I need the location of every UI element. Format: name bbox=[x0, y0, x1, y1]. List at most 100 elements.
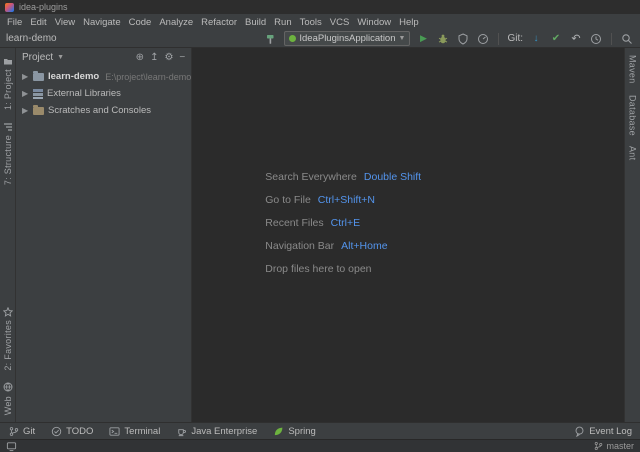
build-hammer-icon[interactable] bbox=[264, 32, 278, 46]
hint-label: Go to File bbox=[265, 194, 311, 206]
git-commit-icon[interactable]: ✔ bbox=[549, 32, 563, 46]
main-toolbar: learn-demo IdeaPluginsApplication ▼ ▶ Gi… bbox=[0, 30, 640, 48]
toolwindow-button-java-enterprise[interactable]: Java Enterprise bbox=[176, 426, 257, 437]
hint-row: Go to File Ctrl+Shift+N bbox=[265, 188, 421, 211]
event-log-button[interactable]: Event Log bbox=[574, 426, 632, 437]
toolwindow-button-terminal[interactable]: Terminal bbox=[109, 426, 160, 437]
tree-node-path: E:\project\learn-demo bbox=[105, 72, 191, 82]
structure-toolwindow-icon bbox=[2, 121, 13, 132]
java-cup-icon bbox=[176, 426, 187, 437]
toolwindow-button-label: 2: Favorites bbox=[3, 320, 13, 371]
profiler-icon[interactable] bbox=[476, 32, 490, 46]
collapse-all-icon[interactable]: ↥ bbox=[150, 52, 158, 63]
toolwindow-button-label: Git bbox=[23, 426, 35, 437]
toolwindow-button-label: Maven bbox=[628, 55, 638, 84]
git-branch-icon bbox=[594, 441, 603, 451]
git-update-icon[interactable]: ↓ bbox=[529, 32, 543, 46]
settings-gear-icon[interactable]: ⚙ bbox=[164, 52, 173, 63]
hint-shortcut: Double Shift bbox=[364, 171, 421, 183]
tree-node-name: External Libraries bbox=[47, 88, 121, 99]
toolwindow-button-todo[interactable]: TODO bbox=[51, 426, 93, 437]
toolwindow-button-spring[interactable]: Spring bbox=[273, 426, 315, 437]
menu-item-window[interactable]: Window bbox=[353, 17, 395, 28]
tree-row-project-root[interactable]: ▶ learn-demo E:\project\learn-demo bbox=[16, 68, 191, 85]
event-log-icon bbox=[574, 426, 585, 437]
toolwindow-switcher-icon[interactable] bbox=[6, 441, 17, 452]
toolwindow-button-structure[interactable]: 7: Structure bbox=[2, 117, 13, 189]
tree-node-name: Scratches and Consoles bbox=[48, 105, 151, 116]
favorites-star-icon bbox=[2, 306, 13, 317]
toolwindow-button-label: Terminal bbox=[124, 426, 160, 437]
menu-item-vcs[interactable]: VCS bbox=[326, 17, 354, 28]
git-branch-widget[interactable]: master bbox=[594, 441, 634, 451]
tree-row-external-libraries[interactable]: ▶ External Libraries bbox=[16, 85, 191, 102]
hint-label: Recent Files bbox=[265, 217, 323, 229]
menu-item-help[interactable]: Help bbox=[395, 17, 423, 28]
tree-node-name: learn-demo bbox=[48, 71, 99, 82]
chevron-right-icon[interactable]: ▶ bbox=[22, 72, 29, 81]
folder-icon bbox=[33, 73, 44, 81]
libraries-icon bbox=[33, 89, 43, 99]
chevron-right-icon[interactable]: ▶ bbox=[22, 106, 29, 115]
menu-bar: File Edit View Navigate Code Analyze Ref… bbox=[0, 14, 640, 30]
web-globe-icon bbox=[2, 382, 13, 393]
debug-icon[interactable] bbox=[436, 32, 450, 46]
hint-shortcut: Alt+Home bbox=[341, 240, 387, 252]
bottom-toolwindow-bar: Git TODO Terminal Java Enterprise Spring bbox=[0, 422, 640, 439]
menu-item-view[interactable]: View bbox=[51, 17, 79, 28]
editor-area: Search Everywhere Double Shift Go to Fil… bbox=[192, 48, 624, 422]
breadcrumb[interactable]: learn-demo bbox=[6, 33, 57, 44]
menu-item-refactor[interactable]: Refactor bbox=[197, 17, 241, 28]
toolwindow-button-label: Web bbox=[3, 396, 13, 415]
menu-item-file[interactable]: File bbox=[3, 17, 26, 28]
right-tool-stripe: Maven Database Ant bbox=[624, 48, 640, 422]
chevron-right-icon[interactable]: ▶ bbox=[22, 89, 29, 98]
coverage-shield-icon[interactable] bbox=[456, 32, 470, 46]
toolwindow-button-label: TODO bbox=[66, 426, 93, 437]
hint-shortcut: Ctrl+Shift+N bbox=[318, 194, 375, 206]
toolwindow-button-web[interactable]: Web bbox=[2, 378, 13, 419]
menu-item-tools[interactable]: Tools bbox=[296, 17, 326, 28]
git-history-icon[interactable] bbox=[589, 32, 603, 46]
menu-item-code[interactable]: Code bbox=[125, 17, 156, 28]
ide-window: idea-plugins File Edit View Navigate Cod… bbox=[0, 0, 640, 452]
hint-row: Drop files here to open bbox=[265, 257, 421, 280]
project-toolwindow-icon bbox=[2, 55, 13, 66]
menu-item-navigate[interactable]: Navigate bbox=[79, 17, 125, 28]
search-everywhere-icon[interactable] bbox=[620, 32, 634, 46]
hint-label: Search Everywhere bbox=[265, 171, 357, 183]
toolwindow-button-maven[interactable]: Maven bbox=[628, 51, 638, 88]
hint-row: Navigation Bar Alt+Home bbox=[265, 234, 421, 257]
git-revert-icon[interactable]: ↶ bbox=[569, 32, 583, 46]
spring-leaf-icon bbox=[273, 426, 284, 437]
spring-boot-icon bbox=[289, 35, 296, 42]
menu-item-run[interactable]: Run bbox=[270, 17, 295, 28]
toolwindow-button-favorites[interactable]: 2: Favorites bbox=[2, 302, 13, 375]
menu-item-analyze[interactable]: Analyze bbox=[155, 17, 197, 28]
toolwindow-button-project[interactable]: 1: Project bbox=[2, 51, 13, 114]
git-branch-icon bbox=[8, 426, 19, 437]
toolbar-separator bbox=[498, 33, 499, 45]
hint-row: Recent Files Ctrl+E bbox=[265, 211, 421, 234]
hide-toolwindow-icon[interactable]: − bbox=[179, 52, 185, 63]
menu-item-build[interactable]: Build bbox=[241, 17, 270, 28]
hint-row: Search Everywhere Double Shift bbox=[265, 165, 421, 188]
tree-row-scratches[interactable]: ▶ Scratches and Consoles bbox=[16, 102, 191, 119]
toolwindow-button-ant[interactable]: Ant bbox=[628, 142, 638, 164]
event-log-label: Event Log bbox=[589, 426, 632, 437]
todo-icon bbox=[51, 426, 62, 437]
menu-item-edit[interactable]: Edit bbox=[26, 17, 50, 28]
locate-file-icon[interactable]: ⊕ bbox=[136, 52, 144, 63]
toolwindow-button-label: Java Enterprise bbox=[191, 426, 257, 437]
git-branch-name: master bbox=[606, 441, 634, 451]
toolwindow-button-git[interactable]: Git bbox=[8, 426, 35, 437]
hint-shortcut: Ctrl+E bbox=[331, 217, 360, 229]
toolwindow-button-label: Ant bbox=[628, 146, 638, 160]
chevron-down-icon[interactable]: ▼ bbox=[57, 54, 64, 61]
terminal-icon bbox=[109, 426, 120, 437]
run-configuration-select[interactable]: IdeaPluginsApplication ▼ bbox=[284, 31, 410, 46]
toolwindow-button-database[interactable]: Database bbox=[628, 91, 638, 140]
run-icon[interactable]: ▶ bbox=[416, 32, 430, 46]
scratches-folder-icon bbox=[33, 107, 44, 115]
project-view-title[interactable]: Project bbox=[22, 52, 53, 63]
